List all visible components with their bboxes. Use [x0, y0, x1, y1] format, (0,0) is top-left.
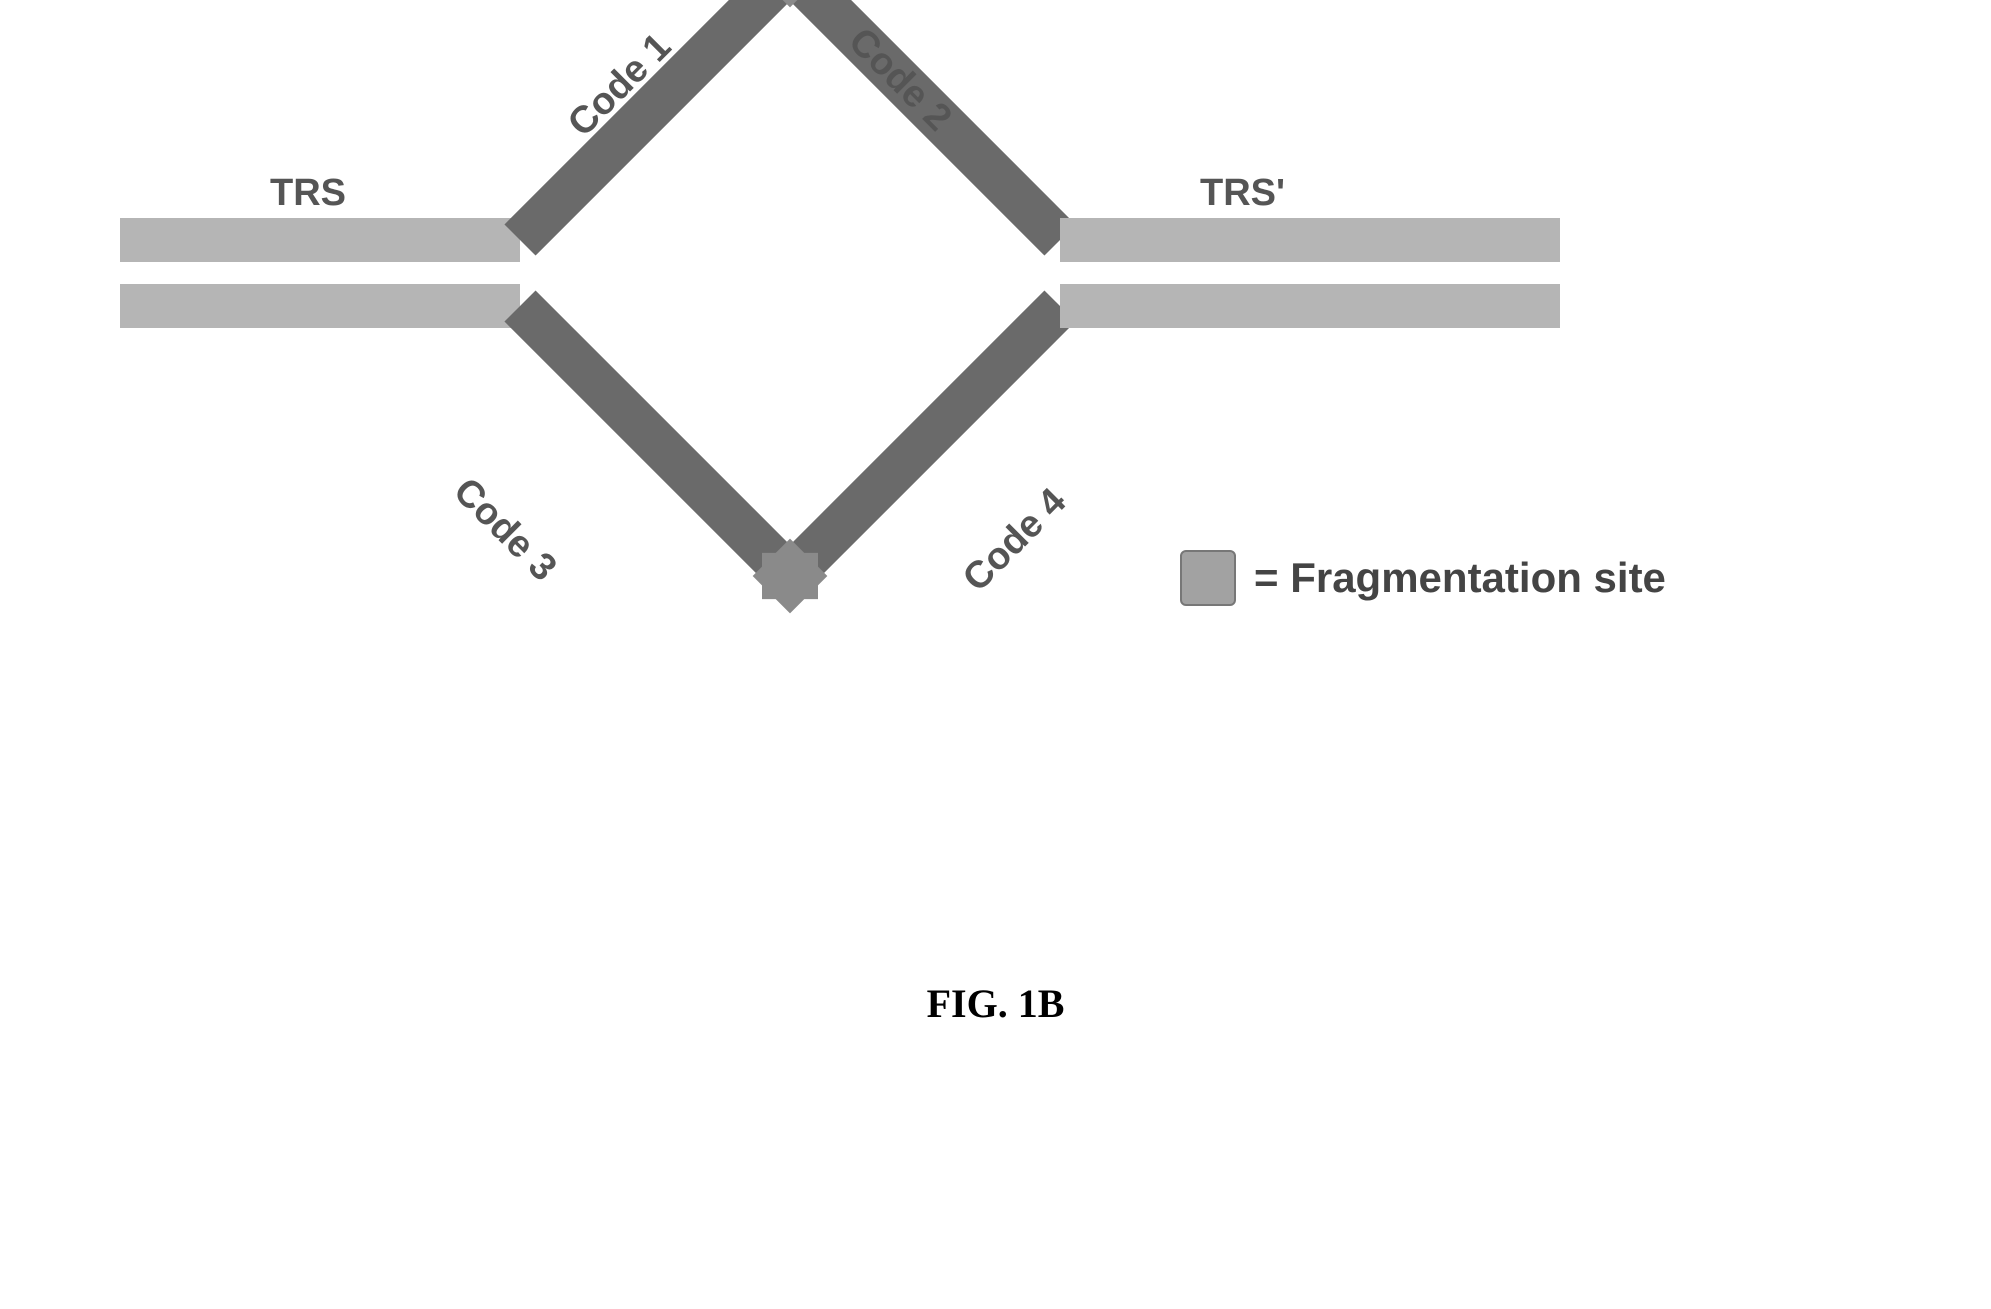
top-left-trs-bar: [120, 218, 520, 262]
legend-swatch-icon: [1180, 550, 1236, 606]
label-trs-left: TRS: [270, 172, 346, 215]
bottom-right-trs-bar: [1060, 284, 1560, 328]
bottom-left-trs-bar: [120, 284, 520, 328]
figure-stage: TRS TRS' Code 1 Code 2 Code 3 Code 4 = F…: [0, 0, 1991, 1309]
label-trs-right: TRS': [1200, 172, 1285, 215]
legend: = Fragmentation site: [1180, 550, 1666, 606]
figure-caption: FIG. 1B: [927, 980, 1065, 1027]
legend-text: = Fragmentation site: [1254, 554, 1666, 602]
top-right-trs-bar: [1060, 218, 1560, 262]
